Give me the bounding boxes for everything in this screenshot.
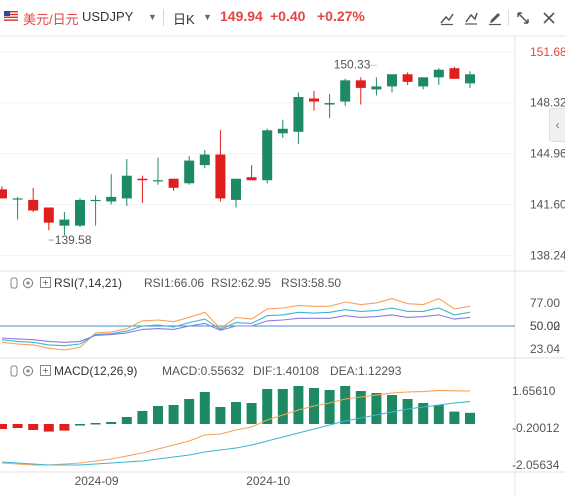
- candle-up: [121, 175, 132, 199]
- candle-up: [433, 69, 444, 78]
- rsi-line-3: [1, 314, 471, 343]
- rsi-tick-label: 23.04: [530, 342, 560, 356]
- collapse-panel-button[interactable]: ‹: [549, 108, 565, 142]
- candle-up: [75, 199, 85, 226]
- price-tick-label: 151.68: [530, 45, 565, 59]
- candle-up: [371, 86, 382, 90]
- macd-label: MACD(12,26,9): [54, 364, 137, 378]
- rsi-midline-label: 50.02: [530, 319, 560, 333]
- macd-histogram-bar: [215, 407, 226, 424]
- candle-down: [215, 154, 226, 199]
- candle-up: [324, 103, 335, 105]
- candle-up: [293, 96, 304, 132]
- candle-down: [355, 80, 366, 88]
- macd-histogram-bar: [90, 423, 101, 425]
- macd-histogram-bar: [465, 412, 475, 424]
- candle-up: [340, 80, 351, 102]
- candle-down: [43, 207, 54, 223]
- macd-histogram-bar: [12, 424, 23, 428]
- candle-down: [246, 177, 257, 181]
- rsi-legend-1: RSI1:66.06: [144, 276, 204, 290]
- settings-gear-icon[interactable]: [22, 277, 34, 289]
- macd-histogram-bar: [449, 411, 460, 424]
- macd-histogram-bar: [433, 405, 444, 424]
- macd-legend-3: DEA:1.12293: [330, 364, 402, 378]
- candle-up: [277, 128, 288, 134]
- candle-up: [231, 178, 241, 200]
- chart-area[interactable]: 151.68148.32144.96141.60138.24150.33139.…: [0, 0, 565, 495]
- candle-down: [402, 74, 413, 82]
- macd-histogram-bar: [0, 424, 7, 429]
- high-price-label: 150.33: [334, 57, 371, 71]
- macd-histogram-bar: [75, 424, 85, 426]
- candle-up: [387, 74, 397, 87]
- candle-up: [106, 196, 117, 202]
- rsi-legend-3: RSI3:58.50: [281, 276, 341, 290]
- macd-histogram-bar: [402, 399, 413, 424]
- macd-histogram-bar: [340, 386, 351, 424]
- macd-tick-label: 1.65610: [512, 384, 556, 398]
- macd-histogram-bar: [277, 389, 288, 424]
- candle-up: [12, 198, 23, 200]
- macd-histogram-bar: [137, 411, 148, 424]
- macd-dif-line: [1, 389, 471, 466]
- settings-gear-icon[interactable]: [10, 365, 18, 377]
- macd-histogram-bar: [387, 395, 397, 424]
- macd-histogram-bar: [293, 386, 304, 424]
- settings-gear-icon[interactable]: [22, 365, 34, 377]
- macd-histogram-bar: [231, 402, 241, 424]
- candle-up: [153, 180, 163, 182]
- macd-tick-label: -2.05634: [512, 458, 560, 472]
- candle-up: [262, 130, 273, 181]
- candle-down: [309, 98, 319, 102]
- rsi-tick-label: 77.00: [530, 296, 560, 310]
- price-tick-label: 144.96: [530, 147, 565, 161]
- time-tick-label: 2024-09: [75, 474, 119, 488]
- macd-legend-2: DIF:1.40108: [253, 364, 319, 378]
- candle-up: [59, 219, 70, 226]
- candle-up: [199, 154, 210, 166]
- macd-tick-label: -0.20012: [512, 421, 560, 435]
- rsi-label: RSI(7,14,21): [54, 276, 122, 290]
- price-tick-label: 141.60: [530, 197, 565, 211]
- macd-histogram-bar: [153, 406, 163, 424]
- macd-histogram-bar: [371, 393, 382, 424]
- candle-up: [90, 199, 101, 202]
- macd-histogram-bar: [59, 424, 70, 431]
- macd-histogram-bar: [168, 405, 179, 424]
- rsi-line-2: [1, 307, 471, 347]
- macd-legend-1: MACD:0.55632: [162, 364, 244, 378]
- time-tick-label: 2024-10: [246, 474, 290, 488]
- macd-histogram-bar: [199, 392, 210, 424]
- macd-histogram-bar: [246, 403, 257, 424]
- settings-gear-icon[interactable]: [10, 277, 18, 289]
- macd-histogram-bar: [43, 424, 54, 432]
- macd-histogram-bar: [28, 424, 39, 430]
- expand-panel-icon[interactable]: [40, 277, 51, 288]
- candle-down: [449, 68, 460, 79]
- candle-up: [465, 74, 475, 84]
- macd-histogram-bar: [324, 390, 335, 424]
- macd-histogram-bar: [121, 417, 132, 424]
- candle-up: [184, 160, 195, 184]
- low-price-label: 139.58: [55, 233, 92, 247]
- candle-down: [137, 178, 148, 181]
- rsi-legend-2: RSI2:62.95: [211, 276, 271, 290]
- candle-up: [418, 77, 429, 87]
- candle-down: [168, 178, 179, 188]
- candle-down: [28, 199, 39, 211]
- macd-histogram-bar: [106, 422, 117, 424]
- candle-down: [0, 189, 7, 199]
- expand-panel-icon[interactable]: [40, 365, 51, 376]
- price-tick-label: 138.24: [530, 248, 565, 262]
- macd-histogram-bar: [184, 399, 195, 424]
